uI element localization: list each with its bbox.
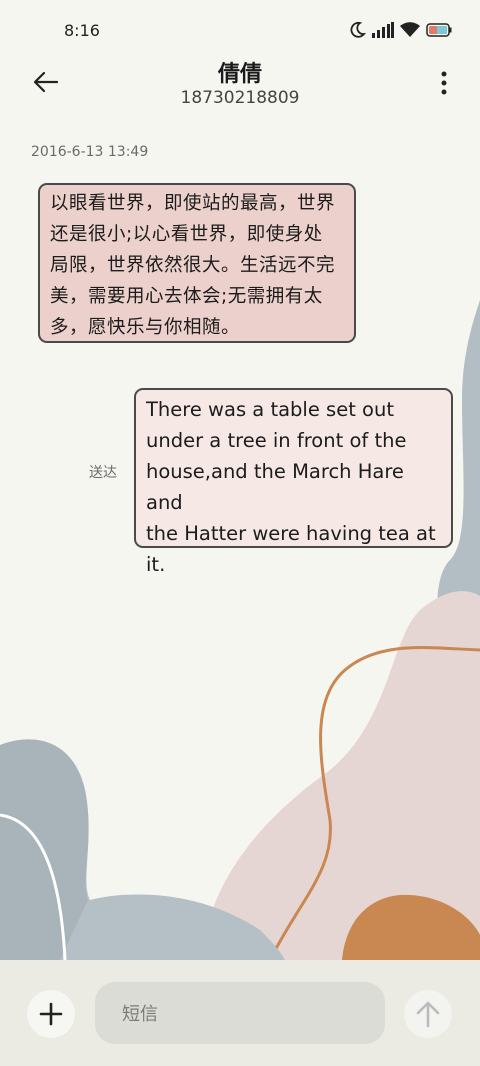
message-line: 多，愿快乐与你相随。 [50, 317, 241, 338]
signal-icon [372, 22, 394, 38]
contact-name: 倩倩 [217, 62, 262, 87]
more-options-button[interactable] [438, 70, 450, 96]
message-line: 美，需要用心去体会;无需拥有太 [50, 286, 323, 307]
delivery-status: 送达 [89, 465, 117, 481]
battery-icon [426, 23, 452, 37]
message-line: house,and the March Hare and [146, 460, 404, 514]
wifi-icon [400, 22, 420, 38]
message-line: 还是很小;以心看世界，即使身处 [50, 224, 323, 245]
message-input-placeholder: 短信 [122, 1004, 158, 1025]
contact-phone-number: 18730218809 [180, 88, 300, 108]
conversation-header: 倩倩 18730218809 [0, 56, 480, 120]
moon-icon [348, 21, 366, 39]
message-line: it. [146, 553, 166, 576]
incoming-message-bubble[interactable]: 以眼看世界，即使站的最高，世界 还是很小;以心看世界，即使身处 局限，世界依然很… [38, 183, 356, 343]
plus-icon [39, 1002, 63, 1026]
message-line: under a tree in front of the [146, 429, 407, 452]
status-time: 8:16 [64, 21, 100, 40]
message-line: the Hatter were having tea at [146, 522, 436, 545]
message-input[interactable]: 短信 [95, 982, 385, 1044]
status-bar: 8:16 [0, 0, 480, 62]
send-arrow-icon [416, 1001, 440, 1028]
outgoing-message-bubble[interactable]: There was a table set out under a tree i… [134, 388, 453, 576]
message-line: 局限，世界依然很大。生活远不完 [50, 255, 336, 276]
more-vertical-icon [441, 71, 447, 95]
status-icons [348, 21, 452, 39]
message-line: There was a table set out [146, 398, 394, 421]
message-line: 以眼看世界，即使站的最高，世界 [50, 193, 336, 214]
send-button[interactable] [404, 990, 452, 1038]
add-attachment-button[interactable] [27, 990, 75, 1038]
message-timestamp: 2016-6-13 13:49 [31, 144, 149, 160]
